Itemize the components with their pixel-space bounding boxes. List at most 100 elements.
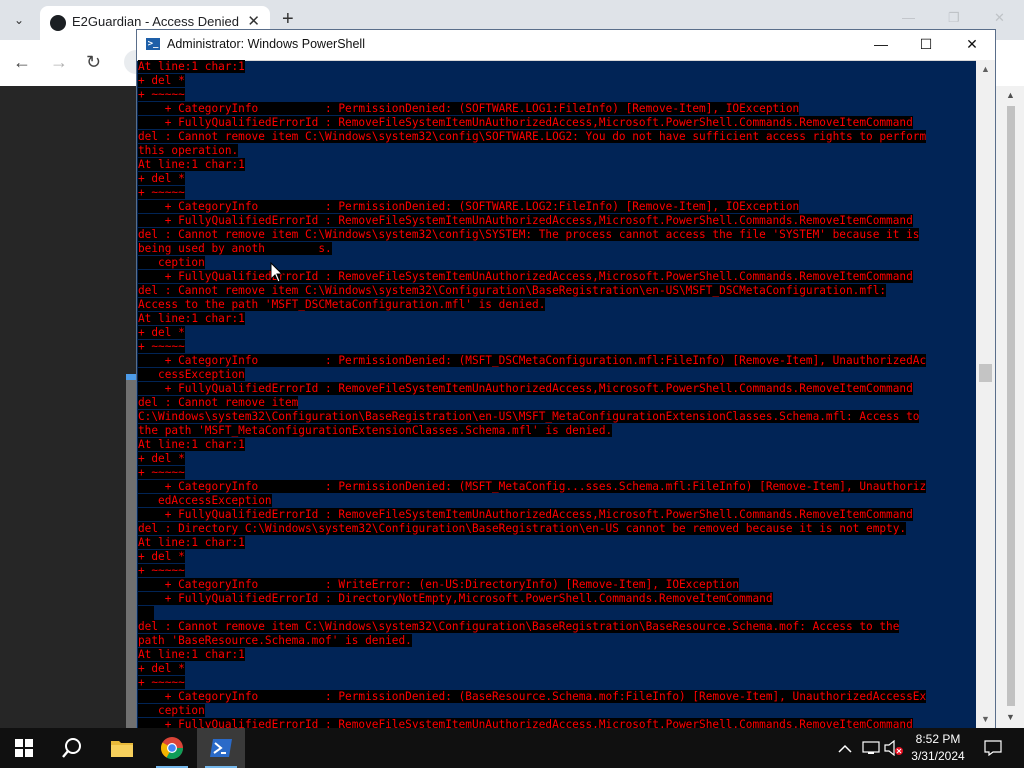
network-icon[interactable]: [862, 728, 880, 768]
console-line-text: ception: [138, 704, 205, 717]
console-line: + del *: [138, 74, 185, 88]
clock-date: 3/31/2024: [911, 749, 965, 763]
console-line: + ~~~~~: [138, 340, 185, 354]
console-line: At line:1 char:1: [138, 648, 245, 662]
console-line-text: + CategoryInfo : PermissionDenied: (MSFT…: [138, 480, 927, 493]
console-line-text: + CategoryInfo : PermissionDenied: (SOFT…: [138, 102, 800, 115]
console-line: + FullyQualifiedErrorId : RemoveFileSyst…: [138, 116, 913, 130]
console-line: ception: [138, 256, 205, 270]
console-line: edAccessException: [138, 494, 272, 508]
console-line: + CategoryInfo : PermissionDenied: (MSFT…: [138, 354, 927, 368]
console-line-text: del : Cannot remove item C:\Windows\syst…: [138, 130, 927, 143]
console-line-text: being used by anoth s.: [138, 242, 332, 255]
github-favicon-icon: [50, 15, 66, 31]
page-scrollbar[interactable]: ▲ ▼: [996, 86, 1024, 728]
console-line: + del *: [138, 326, 185, 340]
powershell-taskbar-icon[interactable]: [197, 728, 245, 768]
console-line-text: At line:1 char:1: [138, 438, 245, 451]
console-line: del : Cannot remove item C:\Windows\syst…: [138, 284, 887, 298]
console-scrollbar-thumb[interactable]: [979, 364, 992, 382]
console-line: + CategoryInfo : WriteError: (en-US:Dire…: [138, 578, 740, 592]
console-line: + ~~~~~: [138, 466, 185, 480]
console-line: + CategoryInfo : PermissionDenied: (SOFT…: [138, 200, 800, 214]
console-line-text: + CategoryInfo : PermissionDenied: (MSFT…: [138, 354, 927, 367]
console-line-text: + del *: [138, 74, 185, 87]
tab-list-button[interactable]: ⌄: [6, 8, 32, 32]
notification-icon[interactable]: [978, 728, 1008, 768]
maximize-button[interactable]: ☐: [903, 30, 949, 60]
console-line-text: At line:1 char:1: [138, 312, 245, 325]
tab-title: E2Guardian - Access Denied: [72, 14, 239, 29]
minimize-button[interactable]: —: [858, 30, 904, 60]
console-scrollbar[interactable]: ▲ ▼: [976, 60, 995, 728]
console-line-text: + CategoryInfo : WriteError: (en-US:Dire…: [138, 578, 740, 591]
console-line-text: At line:1 char:1: [138, 60, 245, 73]
console-line-text: the path 'MSFT_MetaConfigurationExtensio…: [138, 424, 613, 437]
chevron-up-icon[interactable]: [838, 728, 852, 768]
file-explorer-icon[interactable]: [98, 728, 146, 768]
tab-close-button[interactable]: ✕: [247, 12, 260, 30]
console-line-text: edAccessException: [138, 494, 272, 507]
clock-time: 8:52 PM: [915, 732, 961, 746]
console-line-text: [138, 606, 154, 620]
browser-close-button[interactable]: ✕: [994, 10, 1005, 26]
console-scroll-down-icon[interactable]: ▼: [981, 714, 990, 724]
console-line: At line:1 char:1: [138, 536, 245, 550]
console-line-text: + del *: [138, 172, 185, 185]
new-tab-button[interactable]: +: [282, 8, 294, 30]
console-line: + CategoryInfo : PermissionDenied: (SOFT…: [138, 102, 800, 116]
console-scroll-up-icon[interactable]: ▲: [981, 64, 990, 74]
console-line-text: + ~~~~~: [138, 88, 185, 101]
scroll-up-arrow-icon[interactable]: ▲: [1006, 90, 1015, 100]
console-line: + ~~~~~: [138, 564, 185, 578]
console-line: [138, 606, 154, 620]
console-line-text: + del *: [138, 550, 185, 563]
console-line: + FullyQualifiedErrorId : RemoveFileSyst…: [138, 270, 913, 284]
taskbar-clock[interactable]: 8:52 PM 3/31/2024: [904, 731, 972, 765]
console-line: + ~~~~~: [138, 186, 185, 200]
back-button[interactable]: ←: [13, 52, 31, 73]
console-line: + CategoryInfo : PermissionDenied: (MSFT…: [138, 480, 927, 494]
console-line-text: path 'BaseResource.Schema.mof' is denied…: [138, 634, 412, 647]
powershell-window[interactable]: >_ Administrator: Windows PowerShell — ☐…: [137, 30, 995, 728]
console-line-text: cessException: [138, 368, 245, 381]
console-line-text: At line:1 char:1: [138, 536, 245, 549]
console-line-text: + FullyQualifiedErrorId : RemoveFileSyst…: [138, 270, 913, 283]
console-line: + del *: [138, 662, 185, 676]
reload-button[interactable]: ↻: [86, 52, 101, 73]
search-icon[interactable]: [48, 728, 96, 768]
console-line-text: C:\Windows\system32\Configuration\BaseRe…: [138, 410, 920, 423]
scroll-down-arrow-icon[interactable]: ▼: [1006, 712, 1015, 722]
console-line-text: + ~~~~~: [138, 676, 185, 689]
console-line-text: + FullyQualifiedErrorId : RemoveFileSyst…: [138, 382, 913, 395]
browser-minimize-button[interactable]: —: [902, 10, 915, 25]
page-scrollbar-thumb[interactable]: [1007, 106, 1015, 706]
console-line-text: + FullyQualifiedErrorId : RemoveFileSyst…: [138, 508, 913, 521]
browser-restore-button[interactable]: ❐: [948, 10, 960, 26]
console-line-text: + FullyQualifiedErrorId : RemoveFileSyst…: [138, 718, 913, 728]
console-line-text: + del *: [138, 326, 185, 339]
volume-muted-icon[interactable]: [884, 728, 904, 768]
powershell-icon: >_: [146, 38, 160, 50]
chrome-icon[interactable]: [148, 728, 196, 768]
console-line: At line:1 char:1: [138, 158, 245, 172]
powershell-titlebar[interactable]: >_ Administrator: Windows PowerShell — ☐…: [137, 30, 995, 61]
console-line: + FullyQualifiedErrorId : DirectoryNotEm…: [138, 592, 773, 606]
console-line: del : Cannot remove item: [138, 396, 299, 410]
console-line: + ~~~~~: [138, 676, 185, 690]
console-line-text: Access to the path 'MSFT_DSCMetaConfigur…: [138, 298, 546, 311]
console-line: + del *: [138, 172, 185, 186]
console-line-text: del : Directory C:\Windows\system32\Conf…: [138, 522, 907, 535]
console-line: being used by anoth s.: [138, 242, 332, 256]
windows-start-icon[interactable]: [0, 728, 48, 768]
console-line: del : Cannot remove item C:\Windows\syst…: [138, 228, 920, 242]
console-line: del : Cannot remove item C:\Windows\syst…: [138, 620, 900, 634]
console-line: this operation.: [138, 144, 239, 158]
console-output[interactable]: At line:1 char:1 + del * + ~~~~~ + Categor…: [138, 60, 976, 728]
console-line-text: + ~~~~~: [138, 186, 185, 199]
console-line-text: del : Cannot remove item C:\Windows\syst…: [138, 228, 920, 241]
close-button[interactable]: ✕: [949, 30, 995, 60]
console-line-text: this operation.: [138, 144, 239, 157]
console-line: cessException: [138, 368, 245, 382]
forward-button[interactable]: →: [50, 52, 68, 73]
